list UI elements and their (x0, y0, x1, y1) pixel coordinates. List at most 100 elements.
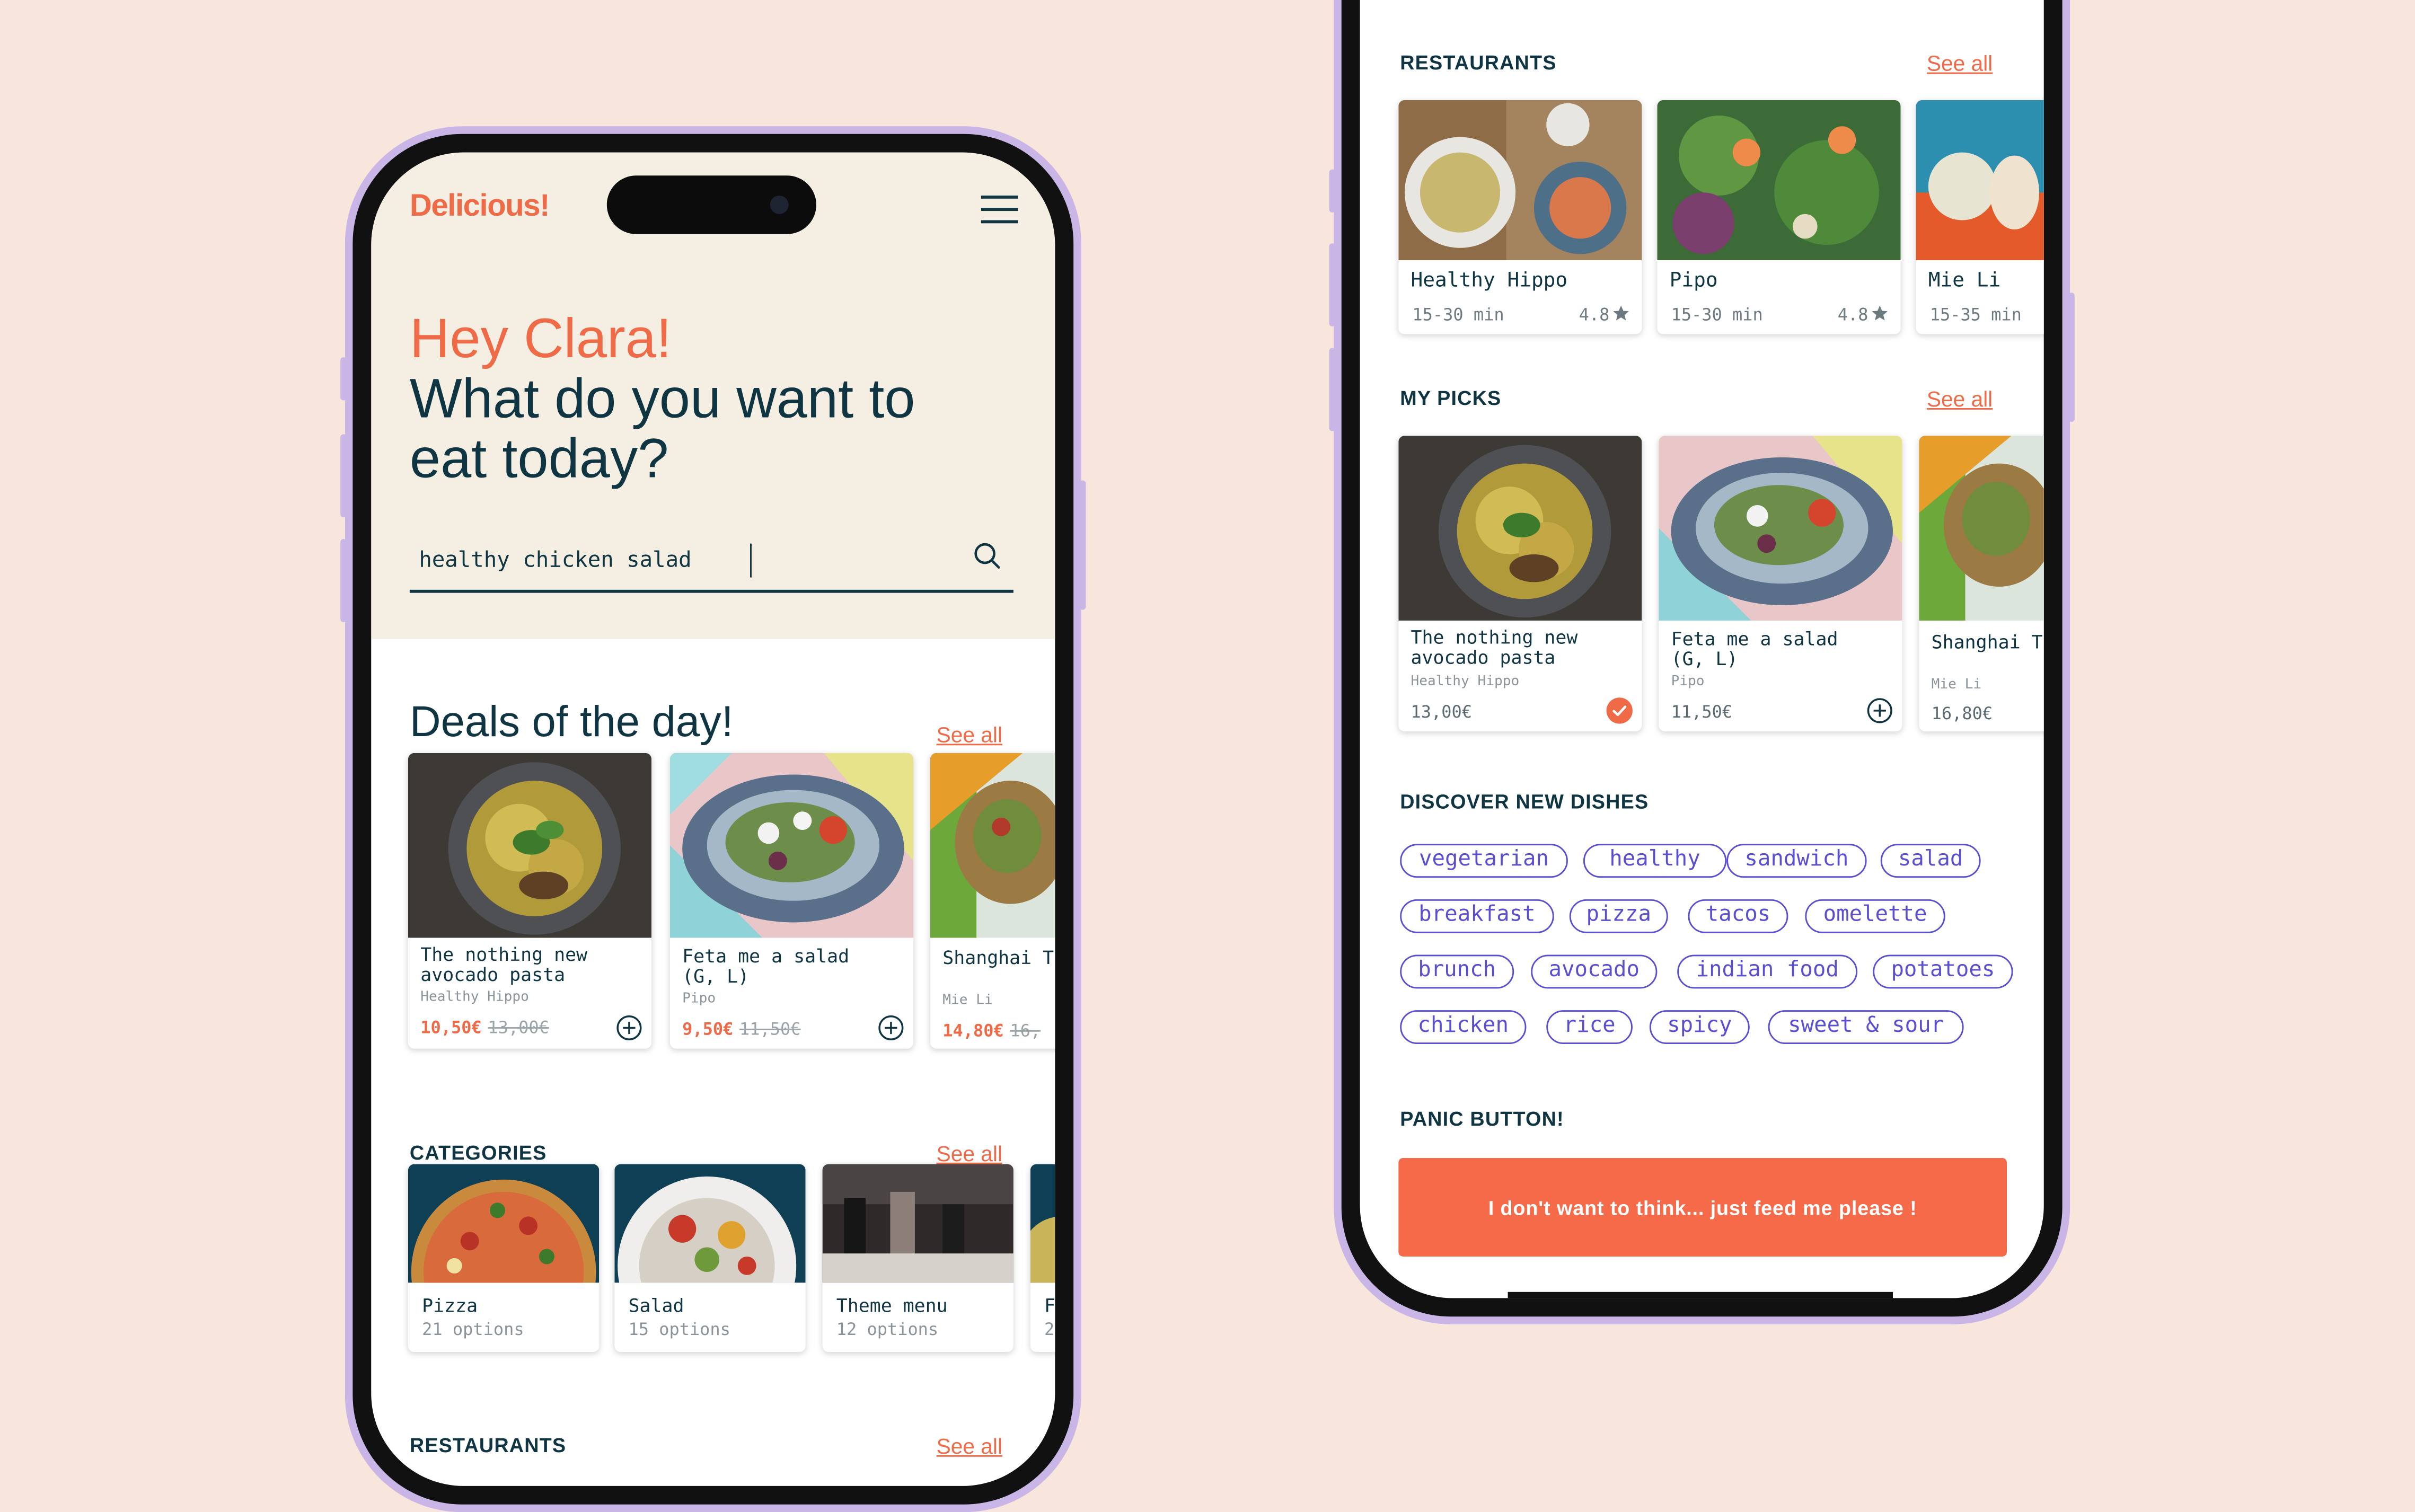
pick-restaurant: Healthy Hippo (1411, 674, 1520, 690)
tag-chip[interactable]: pizza (1569, 899, 1668, 933)
picks-see-all-link[interactable]: See all (1927, 386, 1993, 411)
restaurant-card[interactable]: Mie Li 15-35 min (1916, 100, 2044, 334)
phone-side-button (1329, 243, 1336, 326)
home-screen: Delicious! Hey Clara! What do you want t… (371, 152, 1055, 1486)
phone-side-button (1329, 169, 1336, 213)
salad-photo (669, 753, 914, 938)
my-picks-title: MY PICKS (1400, 386, 1502, 410)
deal-name: Shanghai T (942, 947, 1054, 969)
pick-card[interactable]: The nothing new avocado pasta Healthy Hi… (1398, 436, 1642, 732)
restaurant-card[interactable]: Healthy Hippo 15-30 min 4.8 (1398, 100, 1642, 334)
pick-restaurant: Mie Li (1931, 677, 1982, 693)
delivery-time: 15-30 min (1671, 305, 1763, 325)
delivery-time: 15-30 min (1412, 305, 1504, 325)
pasta-photo (408, 753, 652, 938)
tag-chip[interactable]: rice (1546, 1010, 1633, 1044)
delivery-time: 15-35 min (1929, 305, 2022, 325)
discover-screen: RESTAURANTS See all Healthy Hippo 15-30 … (1360, 0, 2044, 1298)
category-count: 15 options (628, 1320, 730, 1340)
pick-card[interactable]: Shanghai T Mie Li 16,80€ (1919, 436, 2044, 732)
search-input[interactable] (419, 543, 943, 578)
app-logo[interactable]: Delicious! (410, 189, 550, 225)
tag-chip[interactable]: vegetarian (1400, 844, 1568, 878)
pick-price-value: 13,00€ (1411, 702, 1473, 722)
category-photo (1030, 1164, 1055, 1283)
tag-chip[interactable]: tacos (1688, 899, 1788, 933)
check-circle-icon[interactable] (1606, 697, 1633, 724)
panic-title: PANIC BUTTON! (1400, 1107, 1564, 1130)
restaurant-card[interactable]: Pipo 15-30 min 4.8 (1657, 100, 1901, 334)
categories-title: CATEGORIES (409, 1141, 547, 1164)
restaurant-name: Healthy Hippo (1411, 269, 1568, 293)
tag-chip[interactable]: breakfast (1400, 899, 1554, 933)
deal-restaurant: Pipo (682, 992, 716, 1007)
text-caret (750, 543, 752, 578)
pick-price: 16,80€ (1932, 704, 1993, 724)
phone-side-button (340, 434, 347, 518)
tag-chip[interactable]: potatoes (1873, 954, 2013, 989)
restaurant-photo (1398, 100, 1642, 261)
category-name: Pizza (422, 1295, 478, 1317)
shanghai-photo (930, 753, 1055, 938)
pasta-photo (1398, 436, 1642, 621)
pick-name: Shanghai T (1931, 631, 2043, 653)
tag-chip[interactable]: sandwich (1726, 844, 1867, 878)
deal-old-price: 11,50€ (739, 1019, 801, 1040)
discover-content: RESTAURANTS See all Healthy Hippo 15-30 … (1360, 0, 2044, 1298)
category-card[interactable]: Salad 15 options (614, 1164, 806, 1352)
deal-old-price: 13,00€ (488, 1018, 549, 1038)
deal-card[interactable]: Shanghai T Mie Li 14,80€ 16, (930, 753, 1055, 1049)
restaurants-see-all-link[interactable]: See all (1927, 51, 1993, 75)
panic-button[interactable]: I don't want to think... just feed me pl… (1398, 1158, 2007, 1257)
phone-side-button (340, 538, 347, 622)
dynamic-island (606, 175, 816, 234)
tag-chip[interactable]: omelette (1805, 899, 1945, 933)
category-card[interactable]: F 2 (1030, 1164, 1055, 1352)
tag-chip[interactable]: brunch (1400, 954, 1514, 989)
pick-price-value: 11,50€ (1671, 702, 1733, 722)
restaurant-rating: 4.8 (1579, 305, 1630, 325)
deal-card[interactable]: Feta me a salad (G, L) Pipo 9,50€ 11,50€ (669, 753, 914, 1049)
tag-chip[interactable]: avocado (1531, 954, 1658, 989)
phone-side-button (1079, 480, 1086, 610)
tag-chip[interactable]: spicy (1649, 1010, 1750, 1044)
pick-price-value: 16,80€ (1931, 703, 1993, 724)
tag-chip[interactable]: chicken (1400, 1010, 1527, 1044)
deals-title: Deals of the day! (409, 697, 734, 746)
category-card[interactable]: Pizza 21 options (408, 1164, 600, 1352)
deal-current-price: 10,50€ (420, 1018, 482, 1038)
deal-price: 10,50€ 13,00€ (420, 1018, 549, 1038)
categories-see-all-link[interactable]: See all (937, 1141, 1002, 1165)
restaurant-photo (1916, 100, 2044, 261)
restaurants-title: RESTAURANTS (1400, 50, 1557, 74)
restaurants-see-all-link[interactable]: See all (937, 1434, 1002, 1458)
search-bar[interactable] (409, 534, 1013, 593)
tag-chip[interactable]: healthy (1583, 844, 1727, 878)
pick-card[interactable]: Feta me a salad (G, L) Pipo 11,50€ (1659, 436, 1902, 732)
page-title: What do you want to eat today? (409, 366, 915, 490)
plus-circle-icon[interactable] (1867, 697, 1893, 723)
restaurant-name: Mie Li (1928, 269, 2001, 293)
tag-chip[interactable]: salad (1880, 844, 1981, 878)
tag-chip[interactable]: sweet & sour (1768, 1010, 1964, 1044)
deals-see-all-link[interactable]: See all (937, 722, 1002, 747)
search-icon[interactable] (973, 542, 1001, 570)
pick-name: Feta me a salad (G, L) (1671, 628, 1838, 670)
phone-side-button (1329, 348, 1336, 431)
restaurant-rating: 4.8 (1838, 305, 1889, 325)
category-card[interactable]: Theme menu 12 options (822, 1164, 1013, 1352)
category-count: 12 options (836, 1320, 939, 1340)
phone-side-button (340, 357, 347, 401)
pick-name: The nothing new avocado pasta (1411, 626, 1578, 669)
hamburger-menu-icon[interactable] (981, 196, 1018, 224)
greeting: Hey Clara! (409, 306, 672, 370)
tag-chip[interactable]: indian food (1677, 954, 1858, 989)
deal-name: The nothing new avocado pasta (420, 944, 588, 986)
plus-circle-icon[interactable] (616, 1015, 642, 1041)
deal-name: Feta me a salad (G, L) (682, 945, 850, 987)
deal-card[interactable]: The nothing new avocado pasta Healthy Hi… (408, 753, 652, 1049)
plus-circle-icon[interactable] (878, 1015, 904, 1041)
theme-menu-photo (822, 1164, 1013, 1283)
pick-restaurant: Pipo (1671, 674, 1705, 690)
category-name: Theme menu (836, 1295, 948, 1317)
